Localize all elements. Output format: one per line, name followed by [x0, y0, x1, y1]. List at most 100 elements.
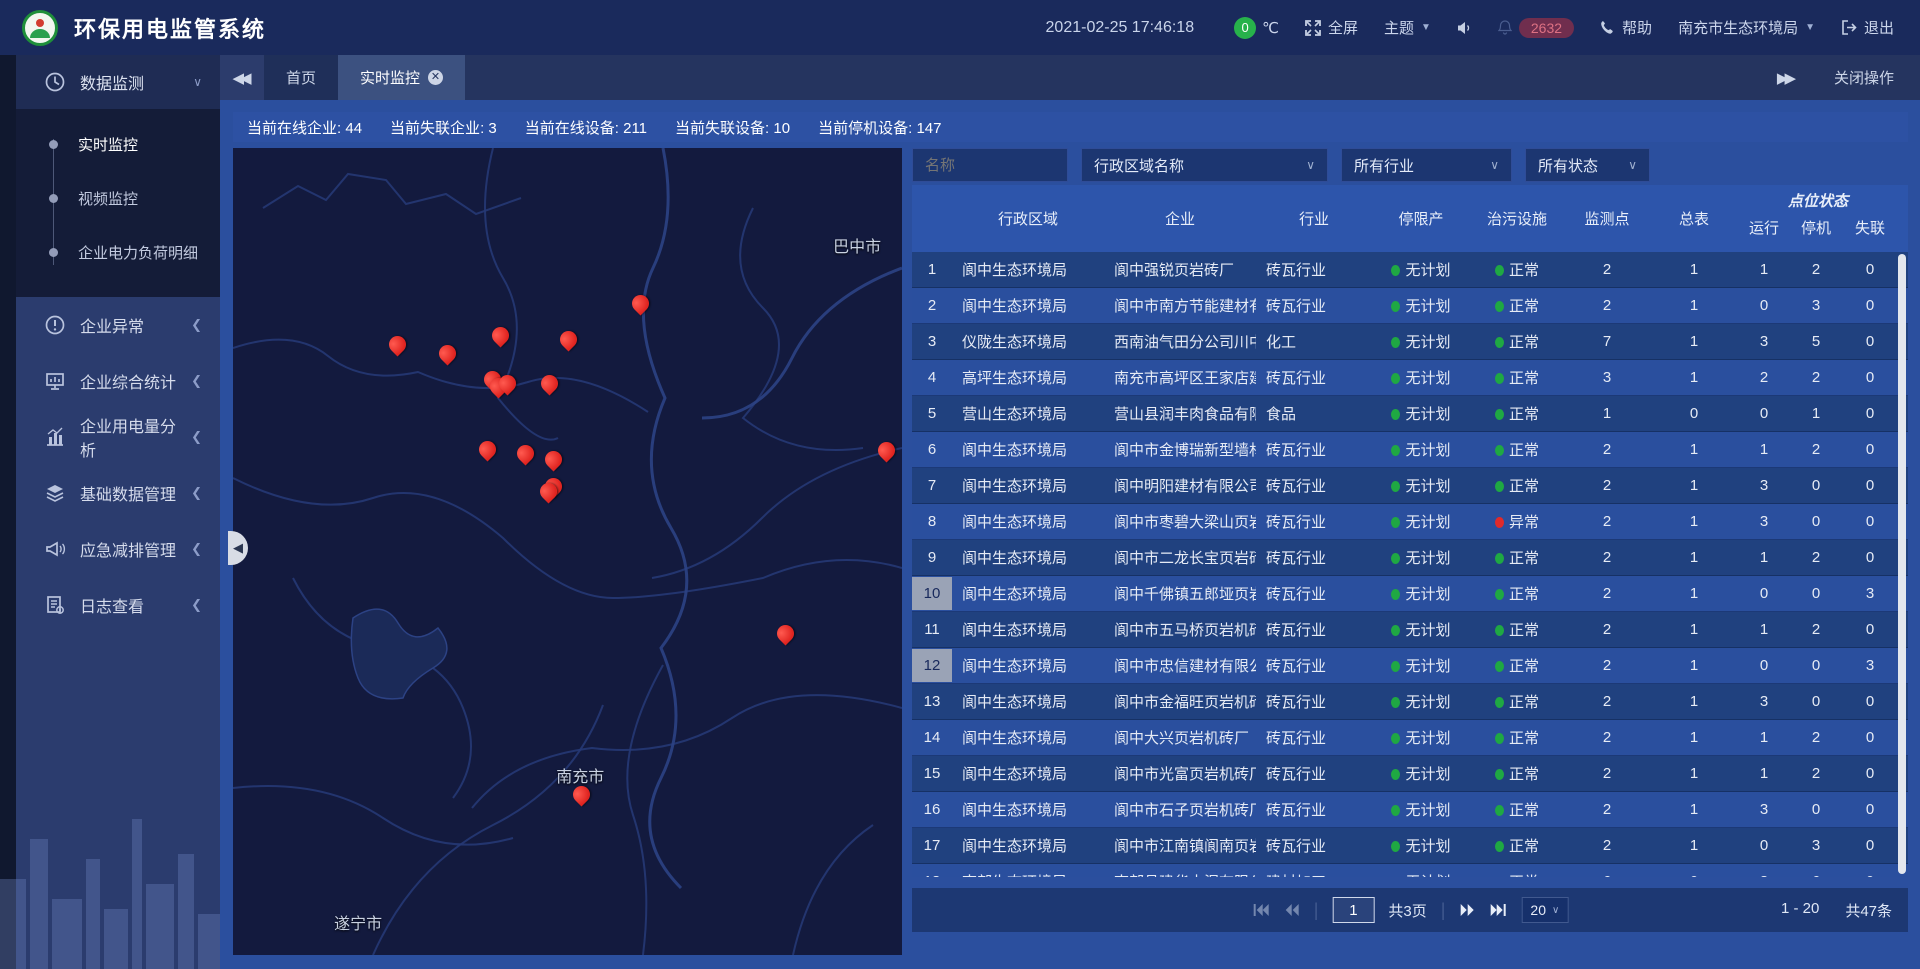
org-dropdown[interactable]: 南充市生态环境局▼	[1678, 17, 1815, 38]
cell-lost-count: 0	[1842, 729, 1898, 746]
close-operations-button[interactable]: 关闭操作	[1834, 67, 1894, 88]
table-row[interactable]: 4 高坪生态环境局 南充市高坪区王家店建 砖瓦行业 无计划 正常 3 1 2 2…	[912, 360, 1908, 396]
first-page-button[interactable]	[1252, 903, 1270, 917]
chevron-left-icon: ❮	[191, 429, 202, 445]
sidebar-item-1[interactable]: 企业异常❮	[16, 297, 220, 353]
page-size-select[interactable]: 20∨	[1521, 897, 1568, 923]
cell-run-count: 3	[1738, 477, 1790, 494]
cell-limit-status: 无计划	[1372, 547, 1470, 568]
region-filter-select[interactable]: 行政区域名称∨	[1081, 148, 1328, 182]
table-row[interactable]: 13 阆中生态环境局 阆中市金福旺页岩机砖 砖瓦行业 无计划 正常 2 1 3 …	[912, 684, 1908, 720]
cell-company: 阆中大兴页岩机砖厂	[1104, 727, 1256, 748]
app-title: 环保用电监管系统	[74, 12, 266, 44]
sidebar-item-3[interactable]: 企业用电量分析❮	[16, 409, 220, 465]
cell-stop-count: 3	[1790, 837, 1842, 854]
sidebar-item-6[interactable]: 日志查看❮	[16, 577, 220, 633]
table-row[interactable]: 7 阆中生态环境局 阆中明阳建材有限公司 砖瓦行业 无计划 正常 2 1 3 0…	[912, 468, 1908, 504]
table-row[interactable]: 1 阆中生态环境局 阆中强锐页岩砖厂 砖瓦行业 无计划 正常 2 1 1 2 0	[912, 252, 1908, 288]
cell-lost-count: 0	[1842, 621, 1898, 638]
last-page-button[interactable]	[1489, 903, 1507, 917]
name-filter-input[interactable]	[925, 157, 1055, 174]
table-scrollbar[interactable]	[1898, 254, 1906, 874]
tab-close-icon[interactable]: ✕	[428, 70, 443, 85]
sidebar-item-2[interactable]: 企业综合统计❮	[16, 353, 220, 409]
column-header: 治污设施	[1470, 185, 1564, 252]
cell-run-count: 0	[1738, 837, 1790, 854]
column-header: 行业	[1256, 185, 1372, 252]
cell-limit-status: 无计划	[1372, 799, 1470, 820]
help-button[interactable]: 帮助	[1600, 17, 1652, 38]
table-row[interactable]: 8 阆中生态环境局 阆中市枣碧大梁山页岩 砖瓦行业 无计划 异常 2 1 3 0…	[912, 504, 1908, 540]
total-count-label: 共47条	[1845, 900, 1892, 921]
map-panel[interactable]: 巴中市南充市遂宁市	[233, 148, 902, 955]
table-row[interactable]: 14 阆中生态环境局 阆中大兴页岩机砖厂 砖瓦行业 无计划 正常 2 1 1 2…	[912, 720, 1908, 756]
speaker-button[interactable]	[1457, 21, 1472, 35]
cell-meter-count: 1	[1650, 837, 1738, 854]
cell-industry: 砖瓦行业	[1256, 619, 1372, 640]
sidebar-item-label: 企业用电量分析	[80, 413, 191, 461]
cell-index: 18	[912, 871, 952, 877]
sidebar-subitem[interactable]: 实时监控	[16, 117, 220, 171]
status-dot	[1495, 697, 1504, 708]
table-row[interactable]: 11 阆中生态环境局 阆中市五马桥页岩机砖 砖瓦行业 无计划 正常 2 1 1 …	[912, 612, 1908, 648]
page-number-input[interactable]	[1332, 897, 1374, 923]
fullscreen-button[interactable]: 全屏	[1305, 17, 1358, 38]
table-row[interactable]: 6 阆中生态环境局 阆中市金博瑞新型墙材 砖瓦行业 无计划 正常 2 1 1 2…	[912, 432, 1908, 468]
cell-meter-count: 1	[1650, 729, 1738, 746]
table-row[interactable]: 2 阆中生态环境局 阆中市南方节能建材有 砖瓦行业 无计划 正常 2 1 0 3…	[912, 288, 1908, 324]
name-filter-field[interactable]	[912, 148, 1068, 182]
cell-run-count: 0	[1738, 585, 1790, 602]
cell-index: 16	[912, 799, 952, 820]
table-row[interactable]: 15 阆中生态环境局 阆中市光富页岩机砖厂 砖瓦行业 无计划 正常 2 1 1 …	[912, 756, 1908, 792]
cell-index: 8	[912, 511, 952, 532]
table-row[interactable]: 10 阆中生态环境局 阆中千佛镇五郎垭页岩 砖瓦行业 无计划 正常 2 1 0 …	[912, 576, 1908, 612]
sidebar-item-4[interactable]: 基础数据管理❮	[16, 465, 220, 521]
sidebar-subitem[interactable]: 视频监控	[16, 171, 220, 225]
cell-facility-status: 正常	[1470, 331, 1564, 352]
chevron-down-icon: ∨	[1552, 905, 1559, 916]
tabs-scroll-left-icon[interactable]: ◀◀	[220, 55, 264, 100]
cell-meter-count: 0	[1650, 873, 1738, 877]
tabs-scroll-right-icon[interactable]: ▶▶	[1777, 69, 1796, 87]
notification-count-badge: 2632	[1519, 18, 1574, 38]
table-row[interactable]: 16 阆中生态环境局 阆中市石子页岩机砖厂 砖瓦行业 无计划 正常 2 1 3 …	[912, 792, 1908, 828]
cell-industry: 砖瓦行业	[1256, 655, 1372, 676]
table-row[interactable]: 18 南部生态环境局 南部县建华水泥有限公 建材加工 无计划 正常 6 0 3 …	[912, 864, 1908, 877]
cell-stop-count: 3	[1790, 297, 1842, 314]
table-row[interactable]: 9 阆中生态环境局 阆中市二龙长宝页岩砖 砖瓦行业 无计划 正常 2 1 1 2…	[912, 540, 1908, 576]
exit-button[interactable]: 退出	[1841, 17, 1894, 38]
cell-stop-count: 2	[1790, 621, 1842, 638]
cell-meter-count: 1	[1650, 513, 1738, 530]
cell-lost-count: 0	[1842, 837, 1898, 854]
cell-index: 15	[912, 763, 952, 784]
status-filter-select[interactable]: 所有状态∨	[1525, 148, 1650, 182]
cell-stop-count: 2	[1790, 441, 1842, 458]
cell-meter-count: 1	[1650, 621, 1738, 638]
sidebar-subitem[interactable]: 企业电力负荷明细	[16, 225, 220, 279]
stat-item: 当前失联设备: 10	[675, 117, 790, 138]
cell-monitor-count: 2	[1564, 657, 1650, 674]
cell-index: 3	[912, 331, 952, 352]
table-row[interactable]: 3 仪陇生态环境局 西南油气田分公司川中 化工 无计划 正常 7 1 3 5 0	[912, 324, 1908, 360]
previous-page-button[interactable]	[1284, 903, 1300, 917]
cell-region: 阆中生态环境局	[952, 583, 1104, 604]
sidebar-item-0[interactable]: 数据监测∨	[16, 55, 220, 109]
stats-bar: 当前在线企业: 44当前失联企业: 3当前在线设备: 211当前失联设备: 10…	[233, 112, 1908, 142]
sidebar-item-label: 基础数据管理	[80, 481, 176, 505]
cell-region: 阆中生态环境局	[952, 727, 1104, 748]
tab-实时监控[interactable]: 实时监控✕	[338, 55, 465, 100]
cell-company: 阆中市南方节能建材有	[1104, 295, 1256, 316]
table-row[interactable]: 12 阆中生态环境局 阆中市忠信建材有限公 砖瓦行业 无计划 正常 2 1 0 …	[912, 648, 1908, 684]
column-header-stop: 停机	[1790, 215, 1842, 252]
status-dot	[1495, 517, 1504, 528]
notifications[interactable]: 2632	[1498, 18, 1574, 38]
table-row[interactable]: 5 营山生态环境局 营山县润丰肉食品有限 食品 无计划 正常 1 0 0 1 0	[912, 396, 1908, 432]
sidebar-item-5[interactable]: 应急减排管理❮	[16, 521, 220, 577]
theme-dropdown[interactable]: 主题▼	[1384, 17, 1431, 38]
industry-filter-select[interactable]: 所有行业∨	[1341, 148, 1512, 182]
tab-首页[interactable]: 首页	[264, 55, 338, 100]
next-page-button[interactable]	[1459, 903, 1475, 917]
cell-run-count: 0	[1738, 657, 1790, 674]
table-row[interactable]: 17 阆中生态环境局 阆中市江南镇阆南页岩 砖瓦行业 无计划 正常 2 1 0 …	[912, 828, 1908, 864]
cell-stop-count: 2	[1790, 261, 1842, 278]
